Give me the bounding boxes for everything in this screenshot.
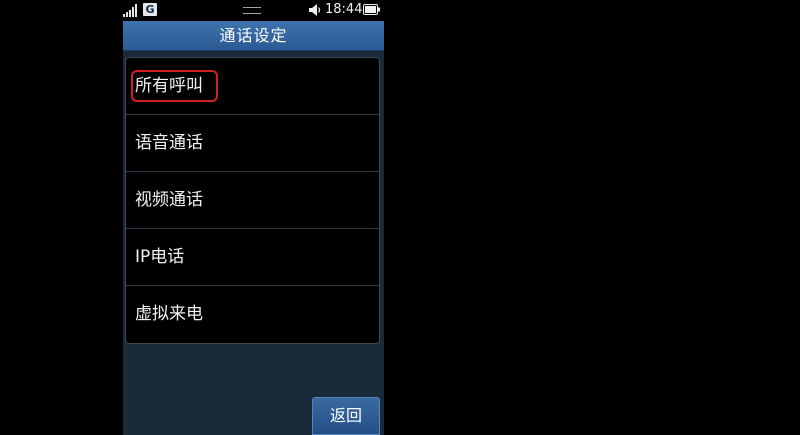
menu-item-all-calls[interactable]: 所有呼叫 <box>126 58 379 115</box>
menu-item-label: 虚拟来电 <box>135 304 203 324</box>
menu-item-label: 所有呼叫 <box>135 76 203 96</box>
page-title: 通话设定 <box>219 26 288 45</box>
battery-icon <box>363 4 380 15</box>
status-bar: G 18:44 <box>123 0 384 21</box>
menu-item-fake-call[interactable]: 虚拟来电 <box>126 286 379 343</box>
network-type-badge: G <box>143 3 157 16</box>
back-button[interactable]: 返回 <box>312 397 380 435</box>
title-bar: 通话设定 <box>123 21 384 51</box>
signal-icon <box>123 4 137 17</box>
menu-item-label: 视频通话 <box>135 190 203 210</box>
phone-screen: G 18:44 通话设定 所有呼叫 语音通话 视频通话 IP电话 虚拟来电 返回 <box>123 0 384 435</box>
menu-item-ip-call[interactable]: IP电话 <box>126 229 379 286</box>
clock: 18:44 <box>325 2 363 17</box>
menu-item-label: 语音通话 <box>135 133 203 153</box>
speaker-icon <box>309 4 321 16</box>
call-settings-list: 所有呼叫 语音通话 视频通话 IP电话 虚拟来电 <box>125 57 380 344</box>
menu-item-video-call[interactable]: 视频通话 <box>126 172 379 229</box>
menu-item-voice-call[interactable]: 语音通话 <box>126 115 379 172</box>
menu-item-label: IP电话 <box>135 247 185 267</box>
drag-handle-icon[interactable] <box>243 7 261 14</box>
